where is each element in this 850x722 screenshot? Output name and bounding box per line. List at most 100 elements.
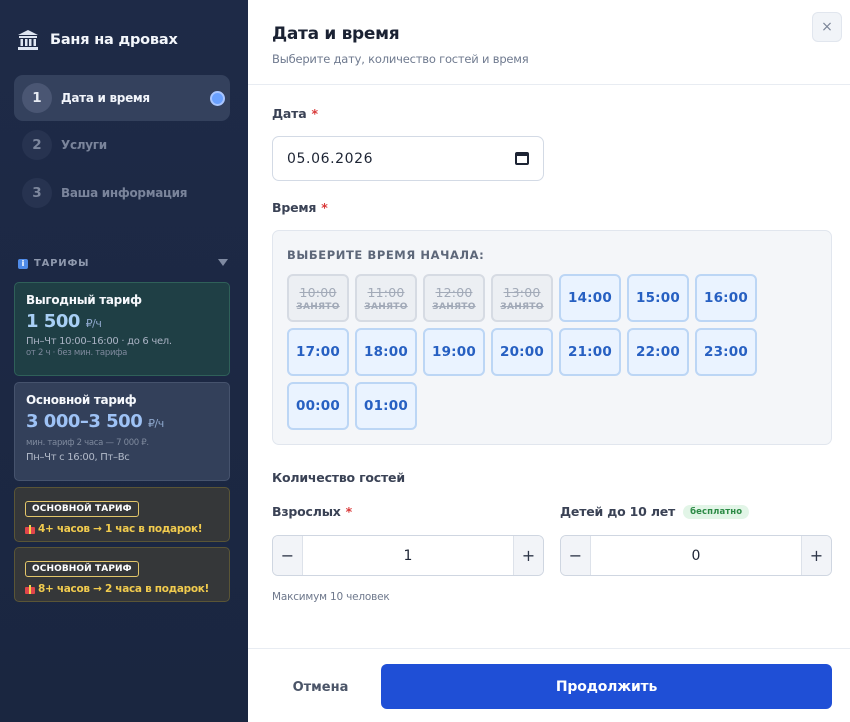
tariffs-title: ТАРИФЫ [34,258,90,269]
slot-time: 16:00 [704,290,748,306]
adults-decrement-button[interactable]: − [273,536,303,575]
time-slot[interactable]: 17:00 [287,328,349,376]
children-count[interactable]: 0 [591,536,801,575]
slot-time: 17:00 [296,344,340,360]
time-caption: ВЫБЕРИТЕ ВРЕМЯ НАЧАЛА: [287,248,485,262]
time-slot[interactable]: 01:00 [355,382,417,430]
time-slot[interactable]: 23:00 [695,328,757,376]
active-step-indicator [212,93,223,104]
tariff-price: 3 000–3 500 ₽/ч [26,411,164,432]
chevron-down-icon[interactable] [218,259,228,266]
slot-busy-note: ЗАНЯТО [364,301,408,312]
slot-time: 22:00 [636,344,680,360]
time-slot-busy: 11:00 ЗАНЯТО [355,274,417,322]
time-slot[interactable]: 19:00 [423,328,485,376]
time-slot[interactable]: 22:00 [627,328,689,376]
panel-header: Дата и время Выберите дату, количество г… [248,0,850,85]
slot-busy-note: ЗАНЯТО [500,301,544,312]
time-picker: ВЫБЕРИТЕ ВРЕМЯ НАЧАЛА: 10:00 ЗАНЯТО 11:00 З… [272,230,832,445]
slot-busy-note: ЗАНЯТО [296,301,340,312]
step-number: 1 [22,83,52,113]
slot-time: 15:00 [636,290,680,306]
promo-text: 4+ часов → 1 час в подарок! [25,523,219,535]
step-your-info[interactable]: 3 Ваша информация [14,170,230,216]
slot-time: 11:00 [367,284,405,300]
sidebar: Баня на дровах 1 Дата и время 2 Услуги 3… [0,0,248,722]
promo-text: 8+ часов → 2 часа в подарок! [25,583,219,595]
close-button[interactable]: × [812,12,842,42]
tariff-note: от 2 ч · без мин. тарифа [26,348,128,358]
cancel-button[interactable]: Отмена [272,665,369,709]
slot-busy-note: ЗАНЯТО [432,301,476,312]
continue-button[interactable]: Продолжить [381,664,832,709]
time-slot[interactable]: 00:00 [287,382,349,430]
promo-badge: ОСНОВНОЙ ТАРИФ [25,501,139,517]
calendar-icon[interactable] [515,152,529,165]
gift-icon [25,584,35,594]
adults-stepper: − 1 + [272,535,544,576]
step-date-time[interactable]: 1 Дата и время [14,75,230,121]
promo-badge: ОСНОВНОЙ ТАРИФ [25,561,139,577]
step-number: 2 [22,130,52,160]
promo-card: ОСНОВНОЙ ТАРИФ 8+ часов → 2 часа в подар… [14,547,230,602]
time-slot[interactable]: 20:00 [491,328,553,376]
slot-time: 10:00 [299,284,337,300]
slot-time: 23:00 [704,344,748,360]
brand-name: Баня на дровах [50,32,178,48]
step-number: 3 [22,178,52,208]
slot-time: 21:00 [568,344,612,360]
slot-time: 14:00 [568,290,612,306]
slot-time: 00:00 [296,398,340,414]
tariff-title: Основной тариф [26,393,137,407]
panel-footer: Отмена Продолжить [248,648,850,722]
tariff-price: 1 500 ₽/ч [26,311,102,332]
slot-time: 19:00 [432,344,476,360]
promo-card: ОСНОВНОЙ ТАРИФ 4+ часов → 1 час в подаро… [14,487,230,542]
guests-title: Количество гостей [272,470,405,485]
time-slot-busy: 12:00 ЗАНЯТО [423,274,485,322]
page-subtitle: Выберите дату, количество гостей и время [272,52,529,66]
slot-time: 18:00 [364,344,408,360]
time-slot-busy: 13:00 ЗАНЯТО [491,274,553,322]
slot-time: 13:00 [503,284,541,300]
time-slots: 10:00 ЗАНЯТО 11:00 ЗАНЯТО 12:00 ЗАНЯТО 13:00 ЗА… [287,274,767,430]
date-label: Дата * [272,106,318,121]
date-input[interactable]: 05.06.2026 [272,136,544,181]
step-services[interactable]: 2 Услуги [14,122,230,168]
info-icon: i [18,258,28,269]
time-slot[interactable]: 18:00 [355,328,417,376]
slot-time: 12:00 [435,284,473,300]
tariff-schedule: Пн–Чт с 16:00, Пт–Вс [26,452,130,463]
time-slot[interactable]: 14:00 [559,274,621,322]
booking-panel: Дата и время Выберите дату, количество г… [248,0,850,722]
children-label: Детей до 10 лет бесплатно [560,504,750,519]
time-slot-busy: 10:00 ЗАНЯТО [287,274,349,322]
slot-time: 01:00 [364,398,408,414]
time-slot[interactable]: 15:00 [627,274,689,322]
children-stepper: − 0 + [560,535,832,576]
children-increment-button[interactable]: + [801,536,831,575]
tariff-schedule: Пн–Чт 10:00–16:00 · до 6 чел. [26,336,172,347]
adults-label: Взрослых * [272,504,353,519]
date-value: 05.06.2026 [287,150,374,167]
step-label: Ваша информация [61,186,188,200]
tariffs-header[interactable]: i ТАРИФЫ [18,258,228,269]
tariff-title: Выгодный тариф [26,293,142,307]
max-guests-note: Максимум 10 человек [272,591,390,603]
adults-count[interactable]: 1 [303,536,513,575]
gift-icon [25,524,35,534]
time-slot[interactable]: 16:00 [695,274,757,322]
bank-building-icon [18,30,38,50]
tariff-note: мин. тариф 2 часа — 7 000 ₽. [26,438,149,448]
time-slot[interactable]: 21:00 [559,328,621,376]
page-title: Дата и время [272,24,400,44]
slot-time: 20:00 [500,344,544,360]
step-label: Дата и время [61,91,150,105]
free-badge: бесплатно [683,505,750,519]
adults-increment-button[interactable]: + [513,536,543,575]
tariff-card-budget: Выгодный тариф 1 500 ₽/ч Пн–Чт 10:00–16:… [14,282,230,376]
time-label: Время * [272,200,328,215]
step-label: Услуги [61,138,107,152]
children-decrement-button[interactable]: − [561,536,591,575]
brand: Баня на дровах [16,28,178,52]
